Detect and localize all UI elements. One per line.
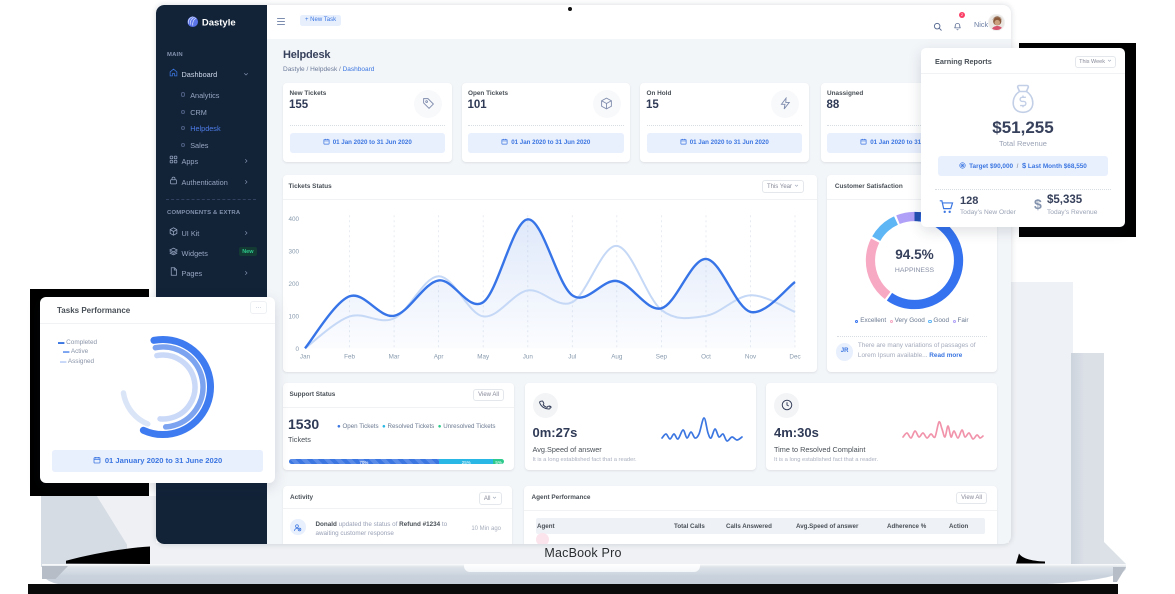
svg-text:Apr: Apr bbox=[434, 353, 444, 360]
svg-text:Oct: Oct bbox=[701, 353, 711, 360]
svg-text:300: 300 bbox=[288, 248, 299, 255]
svg-text:100: 100 bbox=[288, 313, 299, 320]
svg-text:Nov: Nov bbox=[745, 353, 757, 360]
svg-text:Feb: Feb bbox=[344, 353, 355, 360]
svg-text:HAPPINESS: HAPPINESS bbox=[895, 267, 935, 274]
svg-text:Dec: Dec bbox=[789, 353, 800, 360]
svg-text:Jun: Jun bbox=[523, 353, 534, 360]
svg-text:Aug: Aug bbox=[611, 353, 623, 360]
svg-text:May: May bbox=[477, 353, 490, 360]
svg-text:Jul: Jul bbox=[568, 353, 576, 360]
svg-text:Sep: Sep bbox=[656, 353, 668, 360]
svg-text:94.5%: 94.5% bbox=[895, 247, 934, 262]
svg-text:200: 200 bbox=[288, 281, 299, 288]
svg-text:0: 0 bbox=[295, 346, 299, 353]
svg-text:400: 400 bbox=[288, 216, 299, 223]
svg-text:Jan: Jan bbox=[300, 353, 311, 360]
svg-text:Mar: Mar bbox=[389, 353, 400, 360]
